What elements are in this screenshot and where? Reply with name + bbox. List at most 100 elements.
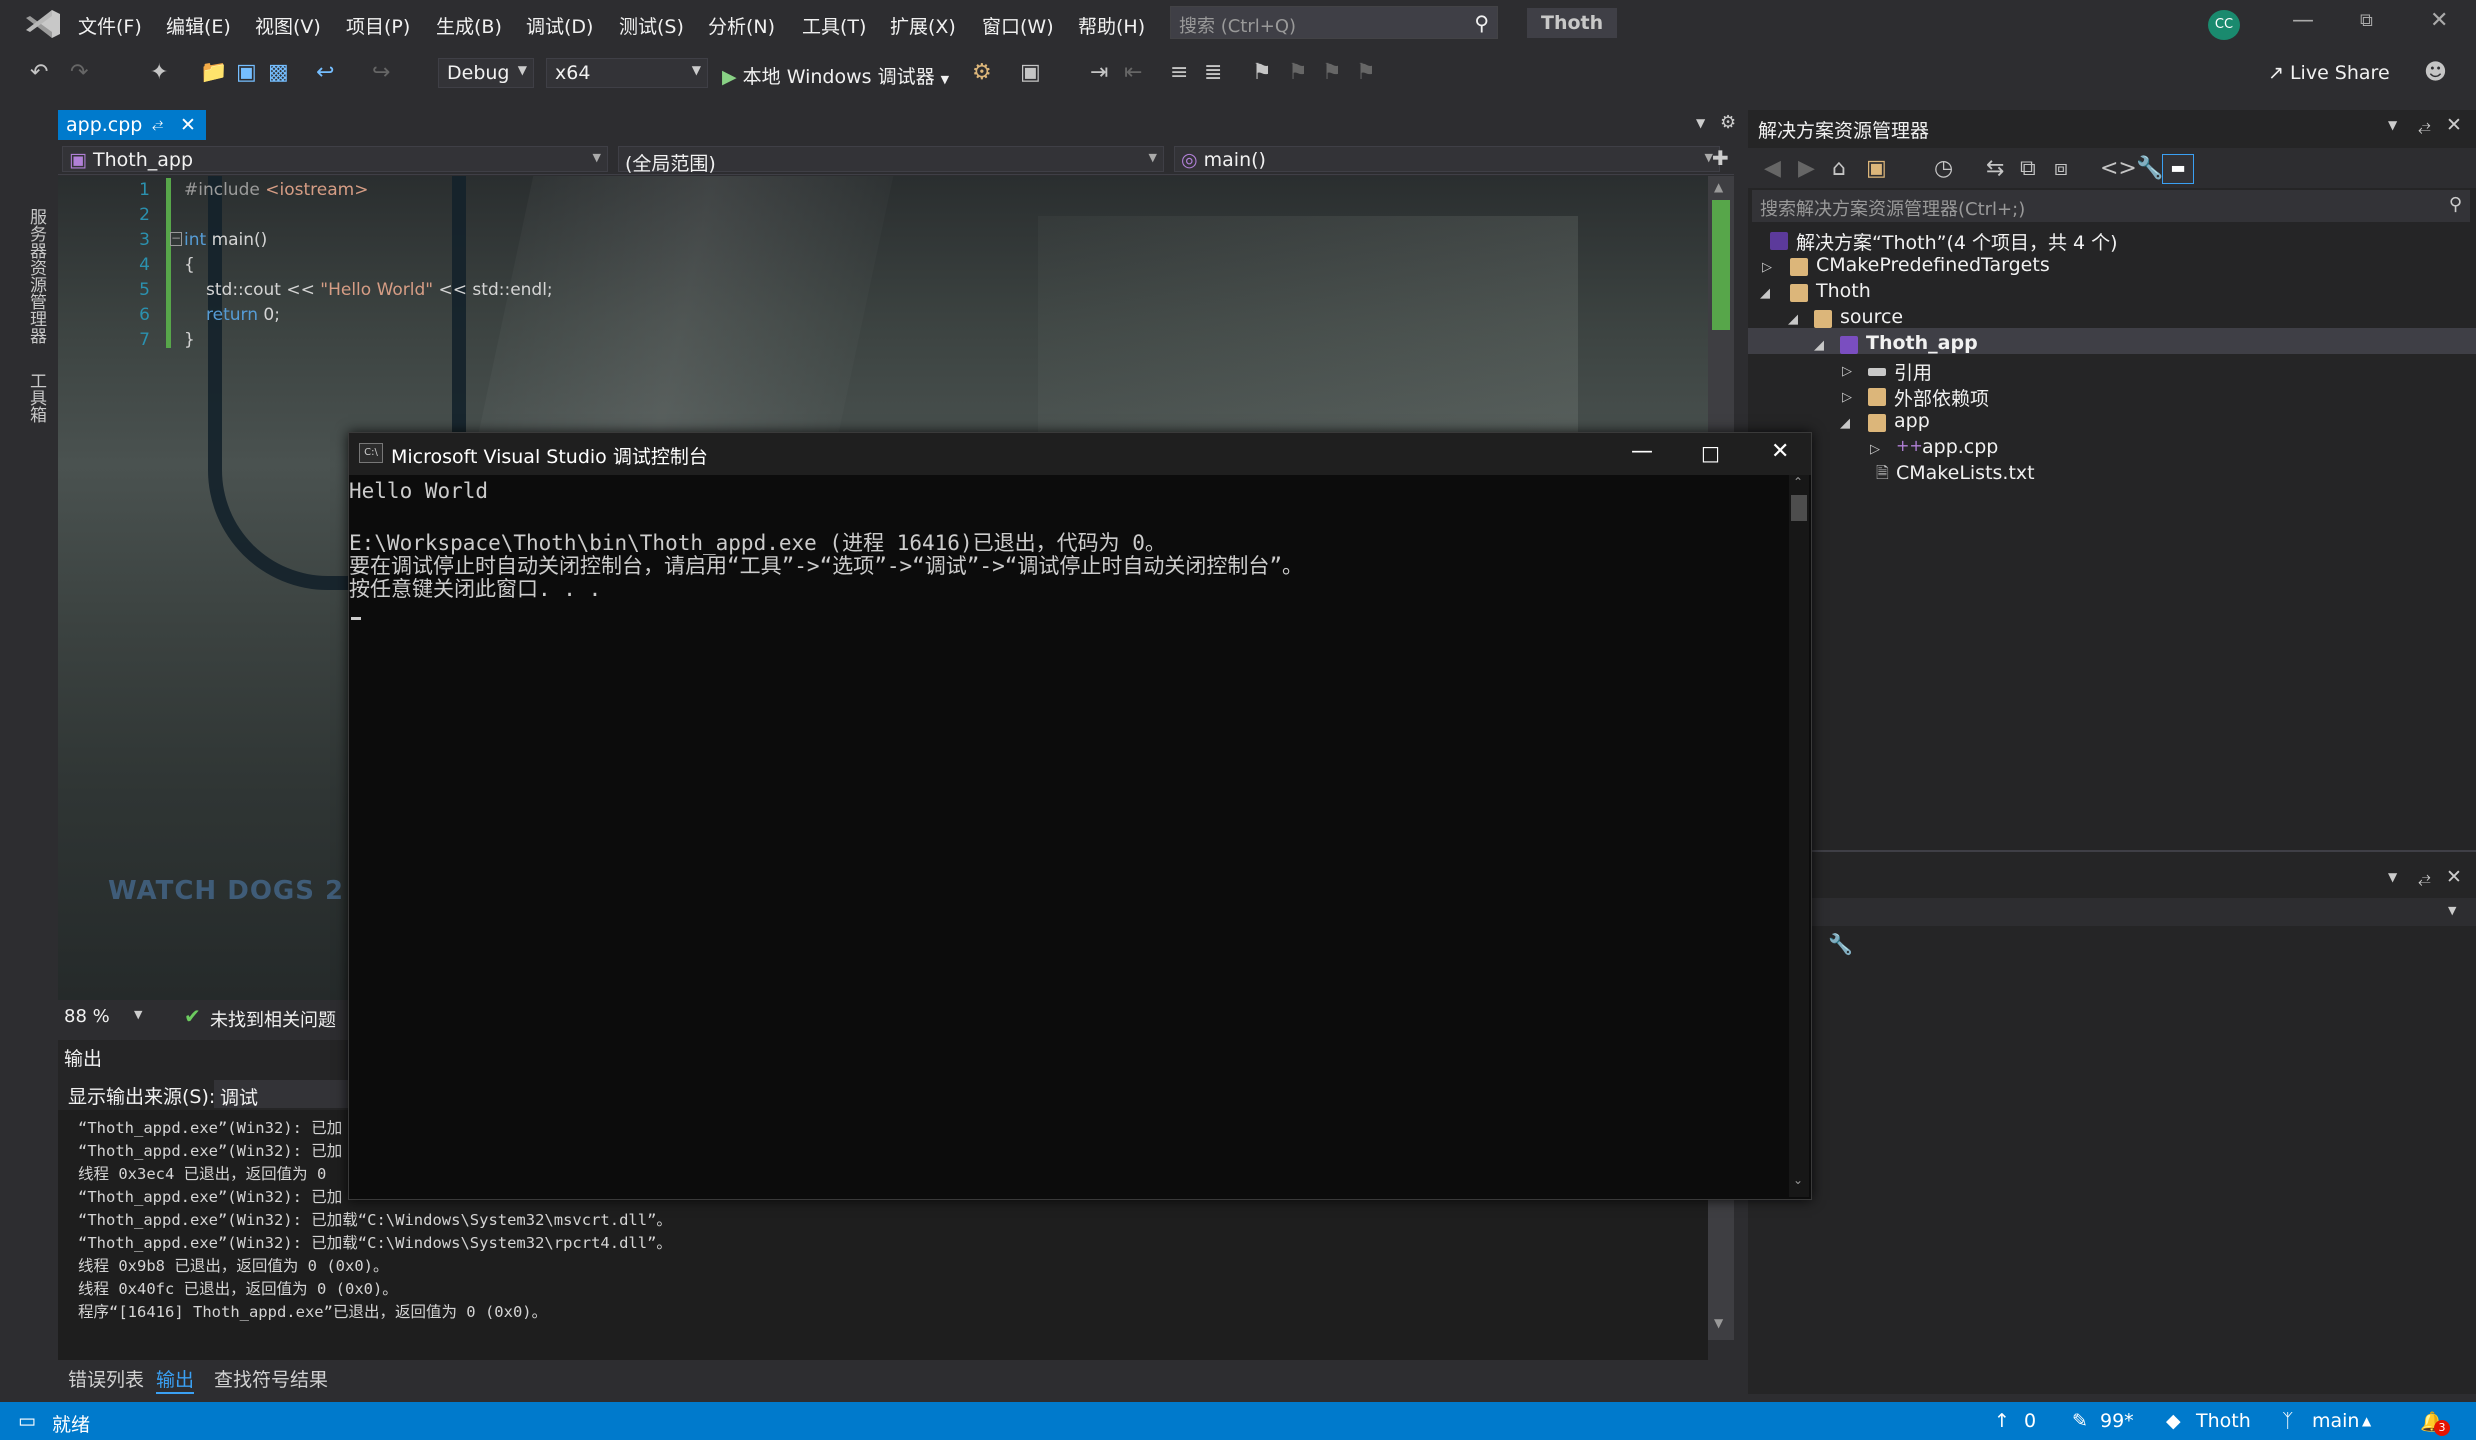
collapse-arrow-icon[interactable]: ◢ [1840,416,1850,431]
prev-bookmark-icon[interactable]: ⚑ [1288,60,1308,85]
close-icon[interactable]: ✕ [2446,114,2462,136]
scroll-up-icon[interactable]: ⌃ [1793,475,1803,489]
avatar[interactable]: CC [2208,10,2240,40]
menu-analyze[interactable]: 分析(N) [708,12,775,39]
open-folder-icon[interactable]: 📁 [200,60,227,85]
scroll-up-icon[interactable]: ▲ [1714,180,1723,194]
menu-project[interactable]: 项目(P) [346,12,410,39]
debug-console-window[interactable]: C:\ Microsoft Visual Studio 调试控制台 — □ ✕ … [348,432,1812,1200]
tab-app-cpp[interactable]: app.cpp ⥄ ✕ [58,110,206,140]
minimize-icon[interactable]: — [1631,439,1653,464]
menu-debug[interactable]: 调试(D) [526,12,593,39]
save-icon[interactable]: ▣ [236,60,257,85]
screenshot-icon[interactable]: ▣ [1020,60,1041,85]
expand-arrow-icon[interactable]: ▷ [1842,364,1852,379]
code-line-1[interactable]: #include <iostream> [184,180,368,200]
chevron-up-icon[interactable]: ▲ [2362,1414,2371,1428]
console-scrollbar[interactable]: ⌃ ⌄ [1789,475,1809,1197]
restore-icon[interactable]: ⧉ [2360,10,2373,31]
menu-extensions[interactable]: 扩展(X) [890,12,956,39]
preview-selected-icon[interactable]: ▬ [2162,154,2194,184]
pin-icon[interactable]: ⥄ [2418,868,2431,888]
minimize-icon[interactable]: — [2292,8,2314,33]
close-icon[interactable]: ✕ [2446,866,2462,888]
platform-dropdown[interactable]: x64 ▼ [546,58,708,88]
repo-name[interactable]: Thoth [2196,1410,2251,1432]
close-icon[interactable]: ✕ [1771,439,1789,464]
home-icon[interactable]: ⌂ [1832,156,1846,181]
search-input[interactable]: 搜索 (Ctrl+Q) ⚲ [1170,6,1498,39]
solution-explorer-search-input[interactable]: 搜索解决方案资源管理器(Ctrl+;) ⚲ [1752,190,2470,222]
forward-icon[interactable]: ▶ [1798,156,1815,181]
feedback-icon[interactable]: ☻ [2424,60,2447,85]
code-view-icon[interactable]: <> [2100,156,2137,181]
back-icon[interactable]: ↶ [30,60,48,85]
maximize-icon[interactable]: □ [1701,441,1720,465]
scroll-thumb[interactable] [1791,495,1807,521]
bookmark-icon[interactable]: ⚑ [1252,60,1272,85]
configuration-dropdown[interactable]: Debug ▼ [438,58,534,88]
publish-count[interactable]: 0 [2024,1410,2036,1432]
close-icon[interactable]: ✕ [2430,8,2448,33]
property-pages-icon[interactable]: 🔧 [1828,932,1853,956]
scroll-down-icon[interactable]: ⌄ [1793,1173,1803,1187]
zoom-level[interactable]: 88 % [64,1006,110,1027]
chevron-down-icon[interactable]: ▼ [2388,118,2397,132]
collapse-arrow-icon[interactable]: ◢ [1814,338,1824,353]
collapse-all-icon[interactable]: ⧉ [2020,156,2036,181]
redo-icon[interactable]: ↪ [372,60,390,85]
branch-name[interactable]: main [2312,1410,2359,1432]
member-dropdown[interactable]: ◎ main() ▼ [1174,146,1720,172]
uncomment-icon[interactable]: ≣ [1204,60,1222,85]
forward-icon[interactable]: ↷ [70,60,88,85]
expand-arrow-icon[interactable]: ▷ [1870,442,1880,457]
tab-error-list[interactable]: 错误列表 [68,1365,144,1392]
settings-gear-icon[interactable]: ⚙ [1720,112,1736,133]
scope-dropdown[interactable]: (全局范围) ▼ [618,146,1164,175]
pin-icon[interactable]: ⥄ [2418,116,2431,136]
back-icon[interactable]: ◀ [1764,156,1781,181]
output-source-dropdown[interactable]: 调试 [214,1080,354,1109]
scroll-down-icon[interactable]: ▼ [1714,1316,1723,1330]
step-disabled-icon[interactable]: ⇤ [1124,60,1142,85]
new-item-icon[interactable]: ✦ [150,60,168,85]
code-line-5[interactable]: std::cout << "Hello World" << std::endl; [206,280,553,300]
code-line-6[interactable]: return 0; [206,305,280,325]
pending-changes-icon[interactable]: ◷ [1934,156,1953,181]
server-explorer-tab[interactable]: 服务器资源管理器 [24,208,49,344]
expand-arrow-icon[interactable]: ▷ [1762,260,1772,275]
live-share-button[interactable]: ↗ Live Share [2268,62,2390,84]
code-line-4[interactable]: { [184,255,195,275]
start-debugging-button[interactable]: ▶ 本地 Windows 调试器 ▼ [722,62,949,89]
visual-studio-logo-icon[interactable] [24,8,62,40]
next-bookmark-icon[interactable]: ⚑ [1322,60,1342,85]
sync-icon[interactable]: ⇆ [1986,156,2004,181]
menu-build[interactable]: 生成(B) [436,12,502,39]
clear-bookmarks-icon[interactable]: ⚑ [1356,60,1376,85]
menu-tools[interactable]: 工具(T) [802,12,866,39]
switch-views-icon[interactable]: ▣ [1866,156,1887,181]
comment-icon[interactable]: ≡ [1170,60,1188,85]
code-line-7[interactable]: } [184,330,195,350]
menu-window[interactable]: 窗口(W) [982,12,1054,39]
menu-file[interactable]: 文件(F) [78,12,142,39]
collapse-arrow-icon[interactable]: ◢ [1788,312,1798,327]
toolbox-tab[interactable]: 工具箱 [24,372,49,423]
menu-help[interactable]: 帮助(H) [1078,12,1145,39]
project-dropdown[interactable]: ▣ Thoth_app ▼ [62,146,608,172]
undo-icon[interactable]: ↩ [316,60,334,85]
step-icon[interactable]: ⇥ [1090,60,1108,85]
tab-list-chevron-icon[interactable]: ▼ [1696,116,1705,130]
issues-status[interactable]: 未找到相关问题 [210,1006,336,1032]
code-line-3[interactable]: int main() [184,230,267,250]
expand-arrow-icon[interactable]: ▷ [1842,390,1852,405]
pin-icon[interactable]: ⥄ [152,116,163,132]
chevron-down-icon[interactable]: ▼ [2388,870,2397,884]
split-editor-icon[interactable]: ✚ [1712,146,1729,170]
save-all-icon[interactable]: ▩ [268,60,289,85]
menu-test[interactable]: 测试(S) [619,12,684,39]
menu-edit[interactable]: 编辑(E) [166,12,231,39]
panel-divider[interactable] [1748,850,2476,852]
chevron-down-icon[interactable]: ▼ [134,1008,142,1021]
attach-icon[interactable]: ⚙ [972,60,992,85]
